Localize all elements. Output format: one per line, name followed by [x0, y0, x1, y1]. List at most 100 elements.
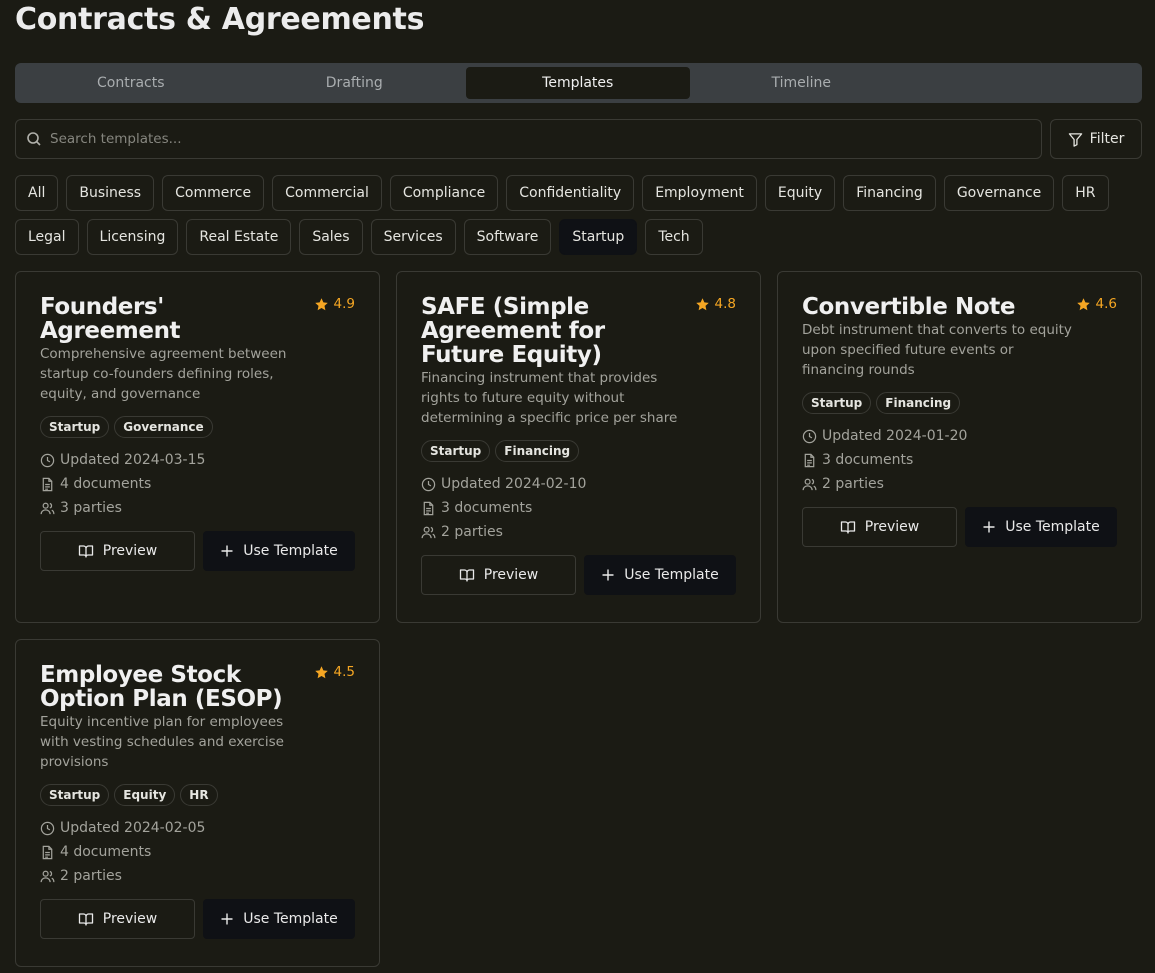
preview-button[interactable]: Preview — [40, 899, 195, 939]
tag: Equity — [114, 784, 176, 806]
rating: 4.8 — [695, 296, 736, 312]
plus-icon — [983, 521, 995, 533]
clock-icon — [421, 477, 436, 491]
rating: 4.5 — [314, 664, 355, 680]
document-count: 3 documents — [441, 500, 533, 516]
star-icon — [314, 665, 328, 678]
page-title: Contracts & Agreements — [15, 2, 425, 37]
rating-value: 4.8 — [714, 296, 736, 312]
use-template-button[interactable]: Use Template — [584, 555, 736, 595]
category-chip-services[interactable]: Services — [370, 219, 456, 255]
book-open-icon — [459, 569, 474, 582]
search-box — [15, 119, 1042, 159]
use-template-label: Use Template — [243, 543, 338, 559]
search-input[interactable] — [50, 131, 950, 147]
party-count: 3 parties — [60, 500, 122, 516]
template-description: Comprehensive agreement between startup … — [40, 346, 287, 402]
category-chip-sales[interactable]: Sales — [299, 219, 363, 255]
star-icon — [1076, 297, 1090, 310]
category-chip-legal[interactable]: Legal — [15, 219, 79, 255]
rating-value: 4.9 — [333, 296, 355, 312]
category-chip-compliance[interactable]: Compliance — [389, 175, 499, 211]
template-description: Equity incentive plan for employees with… — [40, 714, 284, 770]
category-chip-licensing[interactable]: Licensing — [86, 219, 179, 255]
search-icon — [27, 132, 41, 146]
document-icon — [804, 453, 815, 467]
rating-value: 4.6 — [1095, 296, 1117, 312]
template-title: Employee Stock Option Plan (ESOP) — [40, 662, 283, 712]
book-open-icon — [840, 521, 855, 534]
document-icon — [42, 477, 53, 491]
tag: Startup — [421, 440, 491, 462]
use-template-button[interactable]: Use Template — [203, 531, 355, 571]
category-chips-row-2: Legal Licensing Real Estate Sales Servic… — [15, 219, 1145, 255]
category-chip-governance[interactable]: Governance — [943, 175, 1055, 211]
plus-icon — [221, 545, 233, 557]
category-chip-startup[interactable]: Startup — [559, 219, 638, 255]
category-chip-commercial[interactable]: Commercial — [272, 175, 382, 211]
document-icon — [423, 501, 434, 515]
use-template-label: Use Template — [243, 911, 338, 927]
tag: Startup — [40, 784, 110, 806]
rating: 4.6 — [1076, 296, 1117, 312]
category-chip-financing[interactable]: Financing — [843, 175, 936, 211]
rating-value: 4.5 — [333, 664, 355, 680]
users-icon — [421, 526, 436, 538]
category-chip-hr[interactable]: HR — [1062, 175, 1109, 211]
tag: Governance — [114, 416, 213, 438]
category-chip-real-estate[interactable]: Real Estate — [186, 219, 292, 255]
preview-button[interactable]: Preview — [40, 531, 195, 571]
category-chip-equity[interactable]: Equity — [764, 175, 836, 211]
template-title: Convertible Note — [802, 294, 1016, 320]
users-icon — [802, 478, 817, 490]
category-chip-confidentiality[interactable]: Confidentiality — [506, 175, 635, 211]
preview-label: Preview — [102, 543, 158, 559]
document-icon — [42, 845, 53, 859]
use-template-button[interactable]: Use Template — [203, 899, 355, 939]
use-template-label: Use Template — [1005, 519, 1100, 535]
star-icon — [314, 297, 328, 310]
star-icon — [695, 297, 709, 310]
category-chip-software[interactable]: Software — [463, 219, 552, 255]
tab-drafting[interactable]: Drafting — [243, 67, 467, 99]
preview-button[interactable]: Preview — [802, 507, 957, 547]
tag: Startup — [40, 416, 110, 438]
preview-label: Preview — [483, 567, 539, 583]
filter-icon — [1068, 132, 1082, 147]
template-title: Founders' Agreement — [40, 294, 181, 344]
use-template-button[interactable]: Use Template — [965, 507, 1117, 547]
clock-icon — [40, 453, 55, 467]
updated-date: Updated 2024-02-05 — [60, 820, 206, 836]
party-count: 2 parties — [60, 868, 122, 884]
preview-button[interactable]: Preview — [421, 555, 576, 595]
template-card: Convertible Note 4.6 Debt instrument tha… — [777, 271, 1142, 623]
template-card: Founders' Agreement 4.9 Comprehensive ag… — [15, 271, 380, 623]
tab-templates[interactable]: Templates — [466, 67, 690, 99]
updated-date: Updated 2024-03-15 — [60, 452, 206, 468]
plus-icon — [221, 913, 233, 925]
category-chip-tech[interactable]: Tech — [645, 219, 703, 255]
clock-icon — [40, 821, 55, 835]
document-count: 4 documents — [60, 476, 152, 492]
document-count: 3 documents — [822, 452, 914, 468]
template-card: Employee Stock Option Plan (ESOP) 4.5 Eq… — [15, 639, 380, 967]
plus-icon — [602, 569, 614, 581]
clock-icon — [802, 429, 817, 443]
category-chip-business[interactable]: Business — [66, 175, 155, 211]
category-chip-employment[interactable]: Employment — [642, 175, 757, 211]
updated-date: Updated 2024-02-10 — [441, 476, 587, 492]
tag: HR — [180, 784, 218, 806]
tab-timeline[interactable]: Timeline — [690, 67, 914, 99]
preview-label: Preview — [102, 911, 158, 927]
category-chips-row-1: All Business Commerce Commercial Complia… — [15, 175, 1145, 211]
filter-button[interactable]: Filter — [1050, 119, 1142, 159]
category-chip-all[interactable]: All — [15, 175, 59, 211]
updated-date: Updated 2024-01-20 — [822, 428, 968, 444]
rating: 4.9 — [314, 296, 355, 312]
tag: Startup — [802, 392, 872, 414]
category-chip-commerce[interactable]: Commerce — [162, 175, 265, 211]
users-icon — [40, 870, 55, 882]
tab-contracts[interactable]: Contracts — [19, 67, 243, 99]
document-count: 4 documents — [60, 844, 152, 860]
preview-label: Preview — [864, 519, 920, 535]
